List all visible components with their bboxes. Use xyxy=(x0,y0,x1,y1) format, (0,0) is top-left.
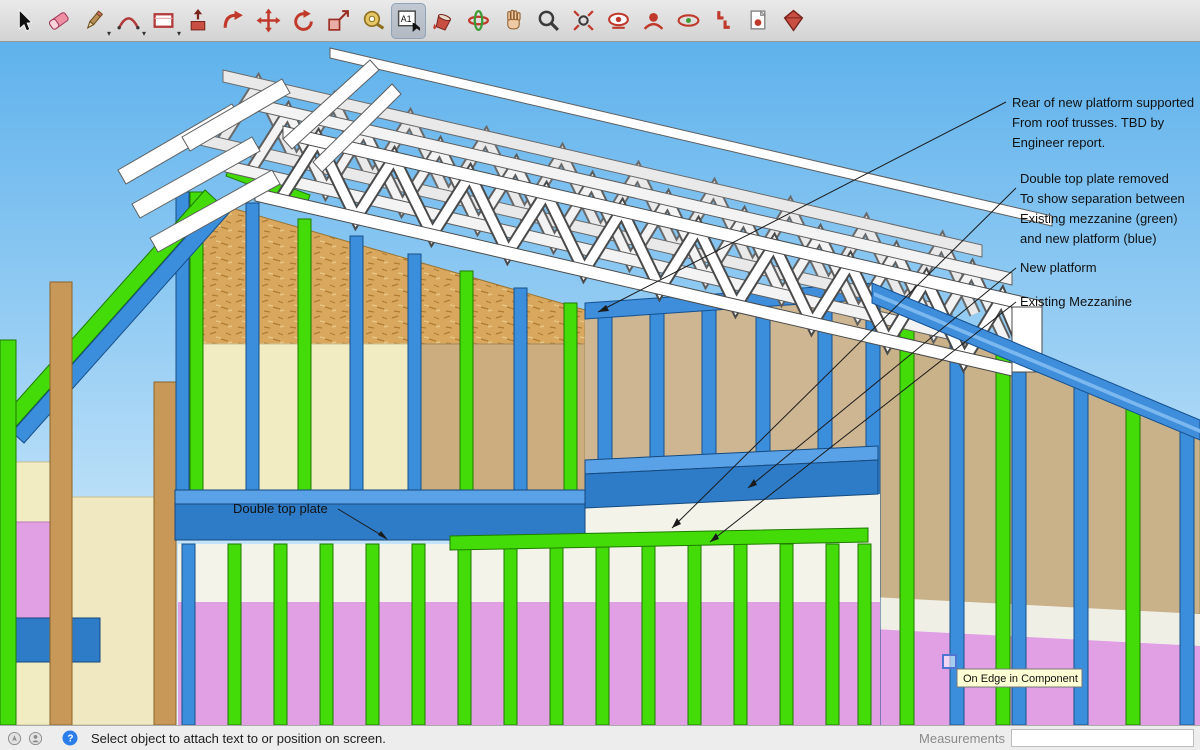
move-icon xyxy=(256,8,281,33)
hand-icon xyxy=(501,8,526,33)
text-tool-button[interactable]: A1 xyxy=(391,3,426,39)
export-page-icon xyxy=(746,8,771,33)
svg-text:?: ? xyxy=(67,734,73,745)
paint-bucket-tool-button[interactable] xyxy=(426,3,461,39)
status-message: Select object to attach text to or posit… xyxy=(91,731,386,746)
text-tool-icon: A1 xyxy=(396,8,421,33)
zoom-extents-tool-button[interactable] xyxy=(601,3,636,39)
model-info-tool-button[interactable] xyxy=(776,3,811,39)
status-bar: ? Select object to attach text to or pos… xyxy=(0,725,1200,750)
eraser-tool-button[interactable] xyxy=(41,3,76,39)
look-around-icon xyxy=(676,8,701,33)
position-camera-tool-button[interactable] xyxy=(636,3,671,39)
inference-tooltip-text: On Edge in Component xyxy=(963,673,1078,685)
orbit-tool-button[interactable] xyxy=(461,3,496,39)
annotation-rear-platform: Rear of new platform supported xyxy=(1012,95,1194,110)
inference-tooltip: On Edge in Component xyxy=(957,669,1082,687)
annotation-double-top-plate-removed: Double top plate removed xyxy=(1020,171,1169,186)
rotate-tool-button[interactable] xyxy=(286,3,321,39)
select-arrow-icon xyxy=(11,8,36,33)
annotation-new-platform: New platform xyxy=(1020,260,1097,275)
eraser-icon xyxy=(46,8,71,33)
text-tool-label: A1 xyxy=(401,14,412,24)
line-tool-button[interactable]: ▾ xyxy=(76,3,111,39)
zoom-extents-icon xyxy=(606,8,631,33)
orbit-icon xyxy=(466,8,491,33)
rotate-icon xyxy=(291,8,316,33)
pan-tool-button[interactable] xyxy=(496,3,531,39)
paint-bucket-icon xyxy=(431,8,456,33)
annotation-existing-mezzanine: Existing Mezzanine xyxy=(1020,294,1132,309)
geolocation-icon xyxy=(7,731,22,746)
svg-text:and new platform (blue): and new platform (blue) xyxy=(1020,231,1157,246)
rectangle-icon xyxy=(151,8,176,33)
help-icon: ? xyxy=(62,730,78,746)
gem-icon xyxy=(781,8,806,33)
follow-me-icon xyxy=(221,8,246,33)
magnifier-icon xyxy=(536,8,561,33)
geolocation-button[interactable] xyxy=(6,730,22,746)
svg-text:Existing mezzanine (green): Existing mezzanine (green) xyxy=(1020,211,1178,226)
sketchup-window: ▾ ▾ ▾ A1 xyxy=(0,0,1200,750)
svg-text:From roof trusses. TBD by: From roof trusses. TBD by xyxy=(1012,115,1165,130)
credits-button[interactable] xyxy=(27,730,43,746)
measurements-label: Measurements xyxy=(919,731,1005,746)
zoom-window-tool-button[interactable] xyxy=(566,3,601,39)
model-scene: Rear of new platform supported From roof… xyxy=(0,42,1200,725)
pushpull-tool-button[interactable] xyxy=(181,3,216,39)
measurements-input[interactable] xyxy=(1011,729,1194,747)
pencil-icon xyxy=(81,8,106,33)
tape-measure-tool-button[interactable] xyxy=(356,3,391,39)
walk-tool-button[interactable] xyxy=(706,3,741,39)
look-around-tool-button[interactable] xyxy=(671,3,706,39)
zoom-tool-button[interactable] xyxy=(531,3,566,39)
export-tool-button[interactable] xyxy=(741,3,776,39)
zoom-window-icon xyxy=(571,8,596,33)
model-viewport[interactable]: Rear of new platform supported From roof… xyxy=(0,42,1200,725)
help-button[interactable]: ? xyxy=(62,730,78,746)
annotation-double-top-plate: Double top plate xyxy=(233,501,328,516)
move-tool-button[interactable] xyxy=(251,3,286,39)
arc-icon xyxy=(116,8,141,33)
shapes-tool-button[interactable]: ▾ xyxy=(146,3,181,39)
followme-tool-button[interactable] xyxy=(216,3,251,39)
person-icon xyxy=(28,731,43,746)
pushpull-icon xyxy=(186,8,211,33)
position-camera-icon xyxy=(641,8,666,33)
scale-tool-button[interactable] xyxy=(321,3,356,39)
toolbar: ▾ ▾ ▾ A1 xyxy=(0,0,1200,42)
tape-measure-icon xyxy=(361,8,386,33)
select-tool-button[interactable] xyxy=(6,3,41,39)
text-placement-cursor xyxy=(943,655,956,668)
scale-icon xyxy=(326,8,351,33)
arc-tool-button[interactable]: ▾ xyxy=(111,3,146,39)
svg-text:To show separation between: To show separation between xyxy=(1020,191,1185,206)
svg-text:Engineer report.: Engineer report. xyxy=(1012,135,1105,150)
walk-icon xyxy=(711,8,736,33)
